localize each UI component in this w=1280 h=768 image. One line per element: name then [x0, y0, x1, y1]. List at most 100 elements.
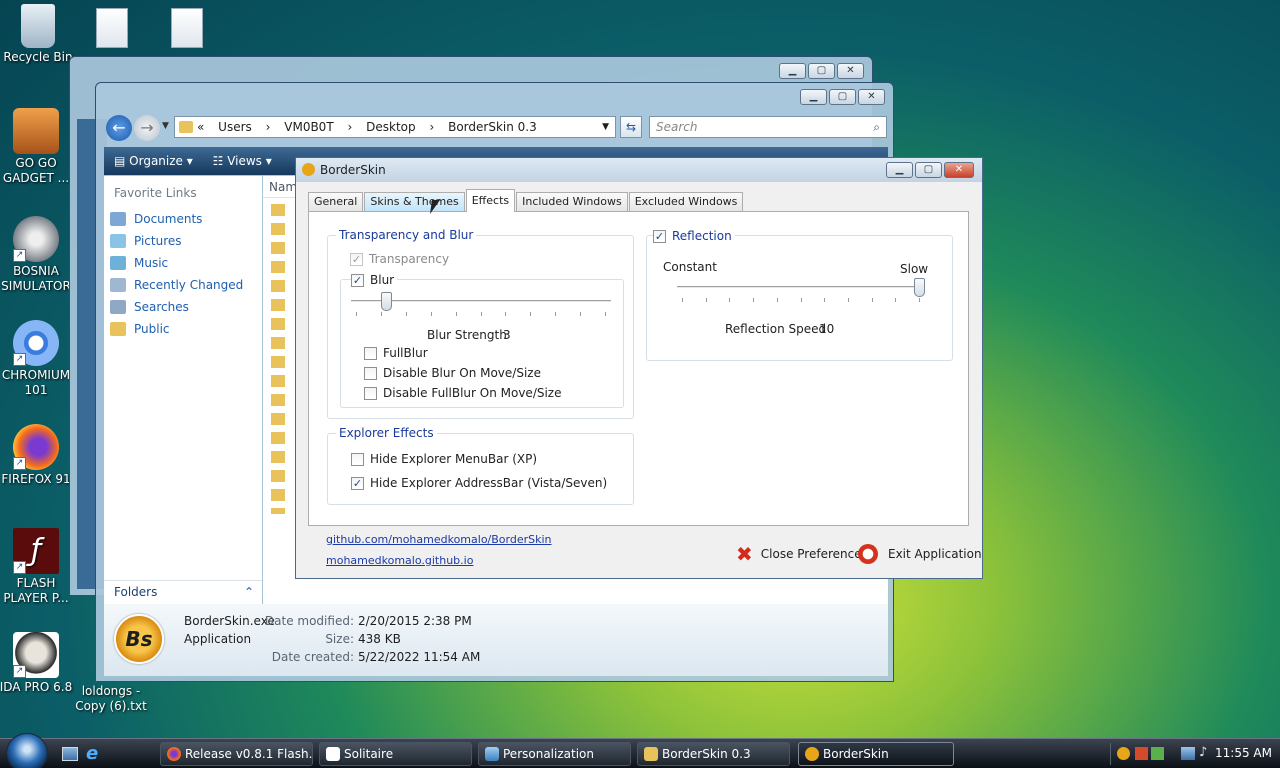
website-link[interactable]: mohamedkomalo.github.io	[326, 554, 473, 567]
exit-application-button[interactable]: Exit Application	[858, 542, 982, 566]
reflection-checkbox[interactable]: ✓ Reflection	[653, 229, 735, 243]
search-input[interactable]: Search ⌕	[649, 116, 887, 138]
desktop-icon-firefox[interactable]: ↗ FIREFOX 91	[0, 424, 74, 487]
checkbox-label: Hide Explorer AddressBar (Vista/Seven)	[370, 476, 608, 490]
desktop-icon-flash-player[interactable]: ƒ ↗ FLASH PLAYER P...	[0, 528, 74, 606]
dialog-title-bar[interactable]: BorderSkin ▁ ▢ ✕	[296, 158, 982, 182]
tab-included-windows[interactable]: Included Windows	[516, 192, 628, 212]
close-preference-button[interactable]: ✖ Close Preference	[736, 542, 862, 566]
internet-explorer-icon[interactable]: e	[86, 745, 104, 763]
clock[interactable]: 11:55 AM	[1215, 746, 1272, 760]
taskbar: e Release v0.8.1 Flash... Solitaire Pers…	[0, 733, 1280, 768]
desktop-icon-bosnia-simulator[interactable]: ↗ BOSNIA SIMULATOR	[0, 216, 74, 294]
tab-effects[interactable]: Effects	[465, 189, 516, 212]
nav-link-recently-changed[interactable]: Recently Changed	[104, 274, 262, 296]
breadcrumb-users[interactable]: Users	[218, 117, 252, 137]
details-size-value: 438 KB	[358, 632, 401, 646]
desktop-icon-gadget[interactable]: GO GO GADGET ...	[0, 108, 74, 186]
recent-pages-dropdown[interactable]: ▼	[162, 121, 169, 131]
minimize-button[interactable]: ▁	[886, 162, 913, 178]
nav-link-public[interactable]: Public	[104, 318, 262, 340]
slider-tick	[456, 312, 457, 316]
start-button[interactable]	[6, 733, 48, 768]
nav-link-pictures[interactable]: Pictures	[104, 230, 262, 252]
blur-strength-slider[interactable]	[351, 292, 611, 322]
fullblur-checkbox[interactable]: FullBlur	[364, 346, 428, 360]
close-button[interactable]: ✕	[837, 63, 864, 79]
desktop-file-loldongs[interactable]: loldongs - Copy (6).txt	[73, 684, 149, 714]
taskbar-item-borderskin[interactable]: BorderSkin	[798, 742, 954, 766]
explorer-effects-group: Explorer Effects Hide Explorer MenuBar (…	[327, 426, 634, 505]
network-icon[interactable]	[1181, 747, 1195, 760]
desktop-icon-chromium[interactable]: ↗ CHROMIUM 101	[0, 320, 74, 398]
checkbox-box: ✓	[351, 476, 364, 490]
desktop-icon-label: CHROMIUM 101	[1, 368, 71, 397]
hide-menubar-checkbox[interactable]: Hide Explorer MenuBar (XP)	[351, 452, 537, 466]
close-button[interactable]: ✕	[858, 89, 885, 105]
volume-icon[interactable]: ♪	[1199, 745, 1207, 760]
borderskin-dialog[interactable]: BorderSkin ▁ ▢ ✕ General Skins & Themes …	[295, 157, 983, 579]
desktop-icon-ida-pro[interactable]: ↗ IDA PRO 6.8	[0, 632, 74, 695]
minimize-button[interactable]: ▁	[779, 63, 806, 79]
nav-link-documents[interactable]: Documents	[104, 208, 262, 230]
reflection-group: ✓ Reflection Constant Slow Reflection Spe…	[646, 229, 953, 361]
maximize-button[interactable]: ▢	[915, 162, 942, 178]
taskbar-item-solitaire[interactable]: Solitaire	[319, 742, 472, 766]
tab-general[interactable]: General	[308, 192, 364, 212]
breadcrumb-separator: ›	[265, 120, 271, 134]
chevron-up-icon: ⌃	[243, 585, 254, 599]
tab-skins-themes[interactable]: Skins & Themes	[364, 192, 465, 212]
text-file-icon[interactable]	[96, 8, 128, 48]
breadcrumb-user[interactable]: VM0B0T	[284, 117, 333, 137]
checkbox-label: FullBlur	[383, 346, 428, 360]
close-button[interactable]: ✕	[944, 162, 974, 178]
search-icon[interactable]: ⌕	[873, 117, 880, 137]
tab-excluded-windows[interactable]: Excluded Windows	[628, 192, 744, 212]
reflection-speed-slider[interactable]	[677, 278, 925, 308]
breadcrumb-folder[interactable]: BorderSkin 0.3	[448, 117, 537, 137]
blur-checkbox[interactable]: ✓ Blur	[351, 273, 398, 287]
refresh-button[interactable]: ⇆	[620, 116, 642, 138]
folders-bar[interactable]: Folders ⌃	[104, 580, 262, 604]
maximize-button[interactable]: ▢	[829, 89, 856, 105]
slider-thumb[interactable]	[914, 278, 925, 297]
hide-addressbar-checkbox[interactable]: ✓ Hide Explorer AddressBar (Vista/Seven)	[351, 476, 607, 490]
slider-thumb[interactable]	[381, 292, 392, 311]
desktop-icon-recycle-bin[interactable]: Recycle Bin	[0, 4, 76, 65]
system-tray: ♪ 11:55 AM	[1110, 743, 1276, 765]
github-link[interactable]: github.com/mohamedkomalo/BorderSkin	[326, 533, 552, 546]
nav-link-label: Recently Changed	[134, 278, 244, 292]
slider-tick	[605, 312, 606, 316]
disable-blur-move-checkbox[interactable]: Disable Blur On Move/Size	[364, 366, 541, 380]
address-dropdown-icon[interactable]: ▼	[602, 117, 609, 137]
gear-icon: ↗	[13, 216, 59, 262]
taskbar-item-firefox[interactable]: Release v0.8.1 Flash...	[160, 742, 313, 766]
reflection-constant-label: Constant	[663, 260, 717, 274]
organize-menu[interactable]: ▤ Organize ▾	[114, 147, 193, 175]
taskbar-item-personalization[interactable]: Personalization	[478, 742, 631, 766]
navigation-pane: Favorite Links Documents Pictures Music …	[104, 176, 262, 580]
taskbar-item-borderskin-folder[interactable]: BorderSkin 0.3	[637, 742, 790, 766]
disable-fullblur-move-checkbox[interactable]: Disable FullBlur On Move/Size	[364, 386, 562, 400]
show-desktop-icon[interactable]	[62, 747, 78, 761]
transparency-checkbox[interactable]: ✓ Transparency	[350, 252, 449, 266]
desktop-icon-label: GO GO GADGET ...	[2, 156, 70, 185]
views-menu[interactable]: ☷ Views ▾	[213, 147, 272, 175]
forward-button[interactable]: →	[134, 115, 160, 141]
minimize-button[interactable]: ▁	[800, 89, 827, 105]
address-bar[interactable]: « Users › VM0B0T › Desktop › BorderSkin …	[174, 116, 616, 138]
nav-link-searches[interactable]: Searches	[104, 296, 262, 318]
nav-link-music[interactable]: Music	[104, 252, 262, 274]
maximize-button[interactable]: ▢	[808, 63, 835, 79]
breadcrumb-desktop[interactable]: Desktop	[366, 117, 416, 137]
window-caption-buttons: ▁ ▢ ✕	[800, 89, 885, 105]
tray-app-icon[interactable]	[1135, 747, 1148, 760]
search-placeholder: Search	[656, 120, 698, 134]
slider-tick	[580, 312, 581, 316]
slider-tick	[505, 312, 506, 316]
back-button[interactable]: ←	[106, 115, 132, 141]
borderskin-tray-icon[interactable]	[1117, 747, 1130, 760]
text-file-icon[interactable]	[171, 8, 203, 48]
tray-app-icon[interactable]	[1151, 747, 1164, 760]
breadcrumb-overflow[interactable]: «	[197, 117, 204, 137]
